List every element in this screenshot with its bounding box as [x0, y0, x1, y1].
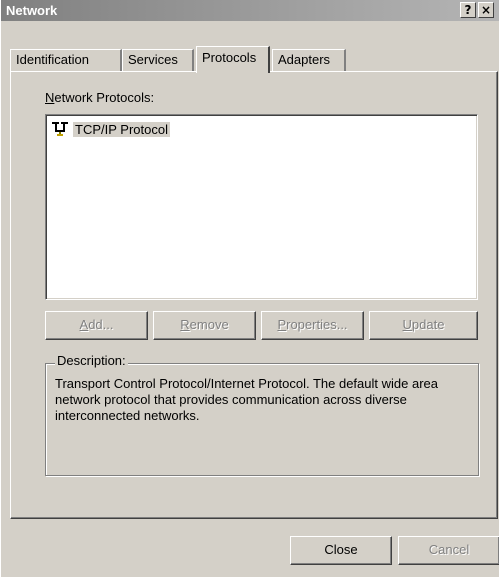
- remove-button[interactable]: Remove: [153, 311, 256, 340]
- description-text: Transport Control Protocol/Internet Prot…: [55, 376, 438, 423]
- network-dialog: Network ? × Identification Services Prot…: [0, 0, 499, 577]
- close-button[interactable]: Close: [290, 536, 392, 565]
- tab-identification[interactable]: Identification: [10, 49, 122, 71]
- window-title: Network: [6, 3, 58, 18]
- close-window-button[interactable]: ×: [478, 2, 494, 18]
- protocols-list[interactable]: TCP/IP Protocol: [45, 114, 478, 300]
- network-protocols-label: Network Protocols:: [45, 90, 155, 105]
- description-label: Description:: [55, 353, 128, 368]
- tab-adapters[interactable]: Adapters: [272, 49, 346, 71]
- list-item-label: TCP/IP Protocol: [73, 121, 170, 137]
- update-button[interactable]: Update: [369, 311, 478, 340]
- tab-services[interactable]: Services: [122, 49, 194, 71]
- cancel-button[interactable]: Cancel: [398, 536, 499, 565]
- add-button[interactable]: Add...: [45, 311, 148, 340]
- network-protocol-icon: [52, 122, 68, 136]
- list-item[interactable]: TCP/IP Protocol: [50, 120, 170, 138]
- tab-protocols[interactable]: Protocols: [196, 46, 270, 73]
- properties-button[interactable]: Properties...: [261, 311, 364, 340]
- help-button[interactable]: ?: [460, 2, 476, 18]
- title-bar[interactable]: Network ? ×: [1, 0, 499, 21]
